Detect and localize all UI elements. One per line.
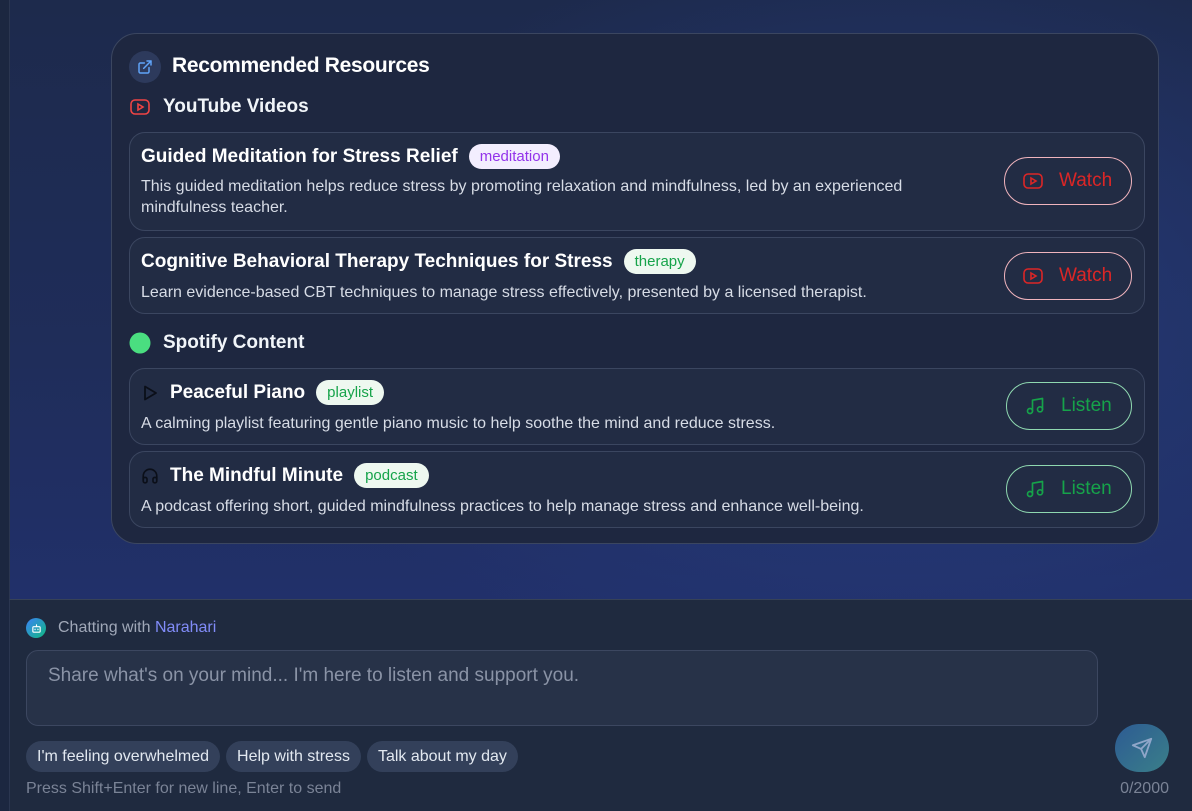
spotify-title: Peaceful Piano xyxy=(170,382,305,404)
music-note-icon xyxy=(1025,479,1045,499)
listen-button[interactable]: Listen xyxy=(1006,465,1132,513)
suggestion-chip[interactable]: I'm feeling overwhelmed xyxy=(26,741,220,772)
watch-button[interactable]: Watch xyxy=(1004,252,1132,300)
tag-badge: therapy xyxy=(624,249,696,274)
bot-icon xyxy=(26,618,46,638)
youtube-card: Guided Meditation for Stress Relief medi… xyxy=(129,132,1145,231)
tag-badge: playlist xyxy=(316,380,384,405)
youtube-icon xyxy=(1023,173,1043,189)
description-line: This guided meditation helps reduce stre… xyxy=(141,176,902,197)
message-composer: Chatting with Narahari Share what's on y… xyxy=(9,599,1192,811)
message-input-placeholder: Share what's on your mind... I'm here to… xyxy=(48,665,579,686)
send-button[interactable] xyxy=(1115,724,1169,772)
headphones-icon xyxy=(141,467,159,485)
chatting-prefix: Chatting with xyxy=(58,619,151,636)
recommended-resources-panel: Recommended Resources YouTube Videos Gui… xyxy=(111,33,1159,544)
video-description: Learn evidence-based CBT techniques to m… xyxy=(141,282,867,303)
play-icon xyxy=(141,384,159,402)
chatting-with-indicator: Chatting with Narahari xyxy=(26,618,216,638)
suggestion-chip[interactable]: Help with stress xyxy=(226,741,361,772)
spotify-heading-label: Spotify Content xyxy=(163,332,304,354)
suggestion-chip[interactable]: Talk about my day xyxy=(367,741,518,772)
spotify-card: Peaceful Piano playlist A calming playli… xyxy=(129,368,1145,445)
youtube-heading-label: YouTube Videos xyxy=(163,96,309,118)
spotify-section-heading: Spotify Content xyxy=(129,332,304,354)
character-counter: 0/2000 xyxy=(1120,780,1169,798)
tag-badge: meditation xyxy=(469,144,560,169)
listen-button[interactable]: Listen xyxy=(1006,382,1132,430)
chat-messages-area: Recommended Resources YouTube Videos Gui… xyxy=(9,0,1192,599)
listen-label: Listen xyxy=(1061,395,1112,417)
youtube-icon xyxy=(129,96,151,118)
tag-badge: podcast xyxy=(354,463,429,488)
youtube-card: Cognitive Behavioral Therapy Techniques … xyxy=(129,237,1145,314)
spotify-description: A podcast offering short, guided mindful… xyxy=(141,496,864,517)
watch-label: Watch xyxy=(1059,170,1112,192)
music-note-icon xyxy=(1025,396,1045,416)
spotify-icon xyxy=(129,332,151,354)
description-line: mindfulness teacher. xyxy=(141,197,902,218)
spotify-card: The Mindful Minute podcast A podcast off… xyxy=(129,451,1145,528)
suggestion-chips: I'm feeling overwhelmed Help with stress… xyxy=(26,741,518,772)
assistant-name: Narahari xyxy=(155,619,216,636)
spotify-title: The Mindful Minute xyxy=(170,465,343,487)
keyboard-hint: Press Shift+Enter for new line, Enter to… xyxy=(26,780,341,798)
watch-button[interactable]: Watch xyxy=(1004,157,1132,205)
video-description: This guided meditation helps reduce stre… xyxy=(141,176,902,218)
external-link-icon xyxy=(129,51,161,83)
panel-title: Recommended Resources xyxy=(172,54,429,78)
youtube-section-heading: YouTube Videos xyxy=(129,96,309,118)
watch-label: Watch xyxy=(1059,265,1112,287)
youtube-icon xyxy=(1023,268,1043,284)
listen-label: Listen xyxy=(1061,478,1112,500)
send-icon xyxy=(1131,737,1153,759)
spotify-description: A calming playlist featuring gentle pian… xyxy=(141,413,775,434)
message-input[interactable]: Share what's on your mind... I'm here to… xyxy=(26,650,1098,726)
video-title: Cognitive Behavioral Therapy Techniques … xyxy=(141,251,613,273)
video-title: Guided Meditation for Stress Relief xyxy=(141,146,458,168)
